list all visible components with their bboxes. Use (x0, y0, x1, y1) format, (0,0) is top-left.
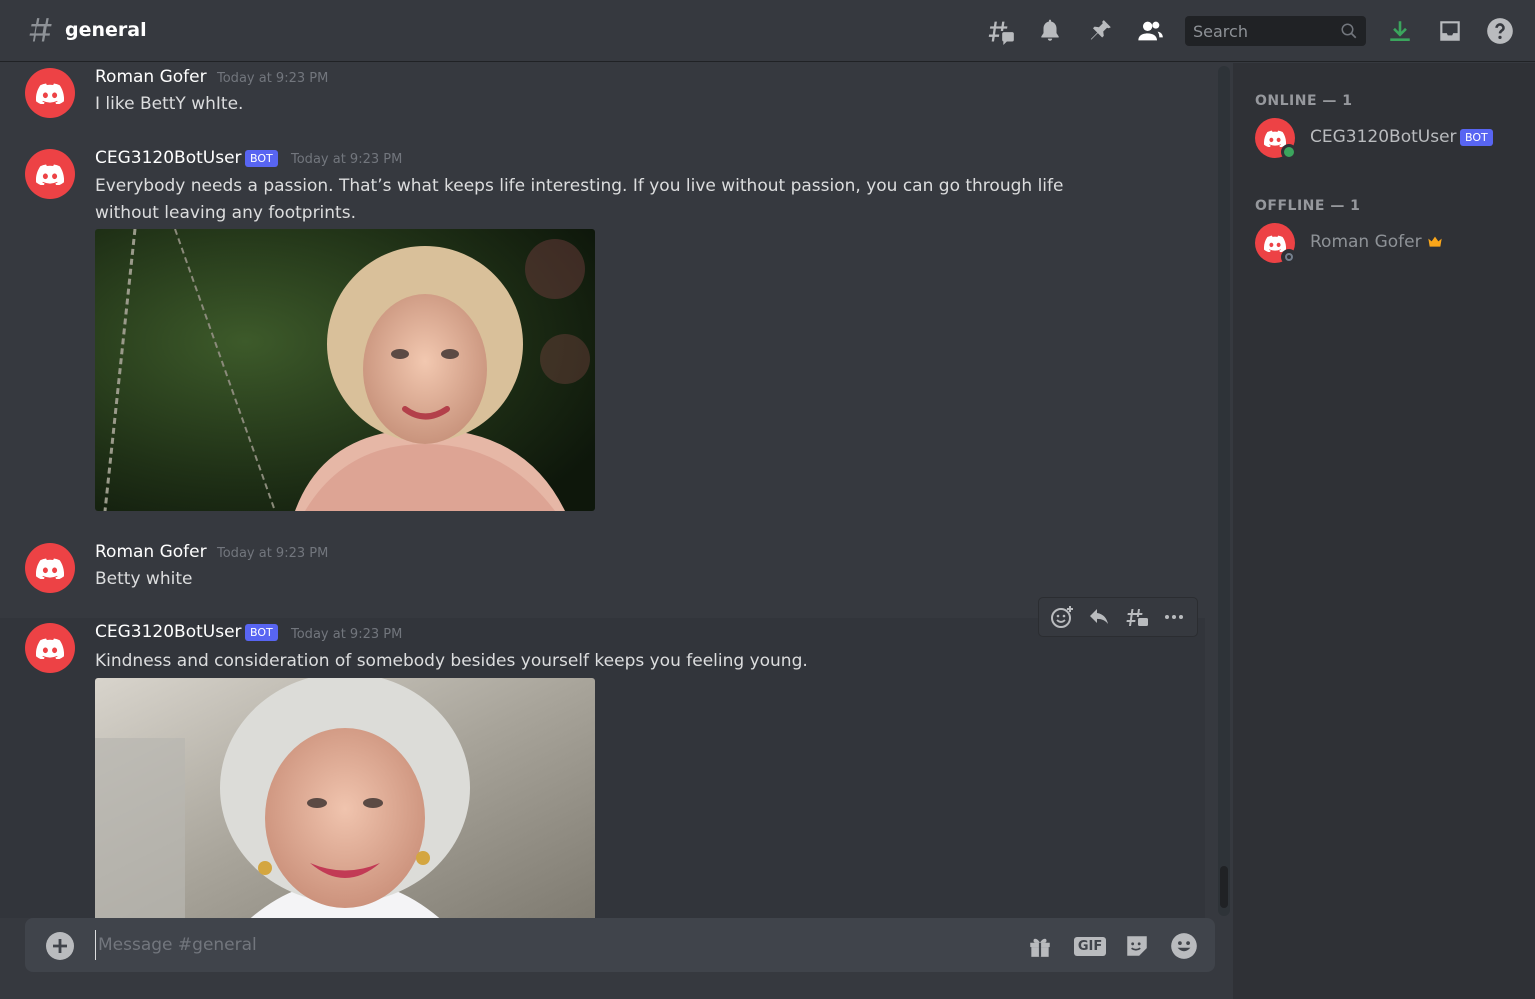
image-attachment[interactable] (95, 678, 595, 918)
add-reaction-icon[interactable] (1046, 601, 1078, 633)
message-content: Kindness and consideration of somebody b… (95, 651, 808, 671)
inbox-icon[interactable] (1435, 16, 1465, 46)
offline-heading: OFFLINE — 1 (1255, 198, 1361, 214)
message-timestamp: Today at 9:23 PM (291, 627, 403, 642)
pinned-messages-icon[interactable] (1085, 16, 1115, 46)
message-content: I like BettY whIte. (95, 94, 244, 114)
message-timestamp: Today at 9:23 PM (291, 152, 403, 167)
message-input[interactable] (95, 930, 955, 960)
discord-window: general Search Roman Gofer Today at 9:23… (0, 0, 1535, 999)
avatar[interactable] (25, 149, 75, 199)
message-item[interactable]: Roman Gofer Today at 9:23 PM I like Bett… (0, 63, 1205, 133)
download-icon[interactable] (1385, 16, 1415, 46)
message-item[interactable]: CEG3120BotUser BOT Today at 9:23 PM Kind… (0, 618, 1205, 918)
gif-label: GIF (1073, 936, 1107, 956)
message-author[interactable]: CEG3120BotUser (95, 148, 242, 168)
more-options-icon[interactable] (1158, 601, 1190, 633)
threads-icon[interactable] (986, 16, 1016, 46)
message-item[interactable]: CEG3120BotUser BOT Today at 9:23 PM Ever… (0, 145, 1205, 517)
message-content: Betty white (95, 569, 193, 589)
online-status-icon (1281, 144, 1297, 160)
emoji-icon[interactable] (1168, 930, 1200, 962)
message-list: Roman Gofer Today at 9:23 PM I like Bett… (0, 63, 1218, 918)
message-composer: GIF (25, 918, 1215, 972)
message-action-toolbar (1038, 597, 1198, 637)
avatar[interactable] (25, 68, 75, 118)
avatar[interactable] (25, 543, 75, 593)
upload-plus-icon[interactable] (46, 932, 74, 960)
server-owner-crown-icon (1428, 236, 1442, 247)
channel-name: general (65, 19, 147, 41)
search-bar[interactable] (1185, 16, 1366, 46)
member-item-roman-gofer[interactable]: Roman Gofer (1255, 223, 1525, 267)
create-thread-icon[interactable] (1121, 601, 1153, 633)
channel-header: general (0, 0, 1535, 62)
member-name: Roman Gofer (1310, 232, 1422, 252)
search-icon (1341, 23, 1357, 39)
message-timestamp: Today at 9:23 PM (217, 546, 329, 561)
image-attachment[interactable] (95, 229, 595, 511)
bot-tag: BOT (1460, 129, 1493, 146)
message-scrollbar[interactable] (1218, 66, 1230, 916)
search-input[interactable] (1185, 21, 1330, 41)
online-heading: ONLINE — 1 (1255, 93, 1353, 109)
member-list-icon[interactable] (1135, 16, 1165, 46)
message-content: Everybody needs a passion. That’s what k… (95, 176, 1064, 223)
bot-tag: BOT (245, 624, 278, 641)
message-author[interactable]: Roman Gofer (95, 542, 207, 562)
gif-button[interactable]: GIF (1073, 930, 1107, 962)
message-author[interactable]: Roman Gofer (95, 67, 207, 87)
message-item[interactable]: Roman Gofer Today at 9:23 PM Betty white (0, 538, 1205, 608)
message-timestamp: Today at 9:23 PM (217, 71, 329, 86)
bot-tag: BOT (245, 150, 278, 167)
notification-bell-icon[interactable] (1035, 16, 1065, 46)
scrollbar-thumb[interactable] (1220, 866, 1228, 908)
avatar[interactable] (25, 623, 75, 673)
member-name: CEG3120BotUser (1310, 127, 1457, 147)
channel-hash-icon (29, 18, 52, 42)
member-list: ONLINE — 1 CEG3120BotUser BOT OFFLINE — … (1233, 63, 1535, 999)
message-author[interactable]: CEG3120BotUser (95, 622, 242, 642)
reply-icon[interactable] (1083, 601, 1115, 633)
sticker-icon[interactable] (1121, 930, 1153, 962)
gift-icon[interactable] (1024, 930, 1056, 962)
member-item-ceg3120botuser[interactable]: CEG3120BotUser BOT (1255, 118, 1525, 162)
offline-status-icon (1281, 249, 1297, 265)
help-icon[interactable] (1485, 16, 1515, 46)
